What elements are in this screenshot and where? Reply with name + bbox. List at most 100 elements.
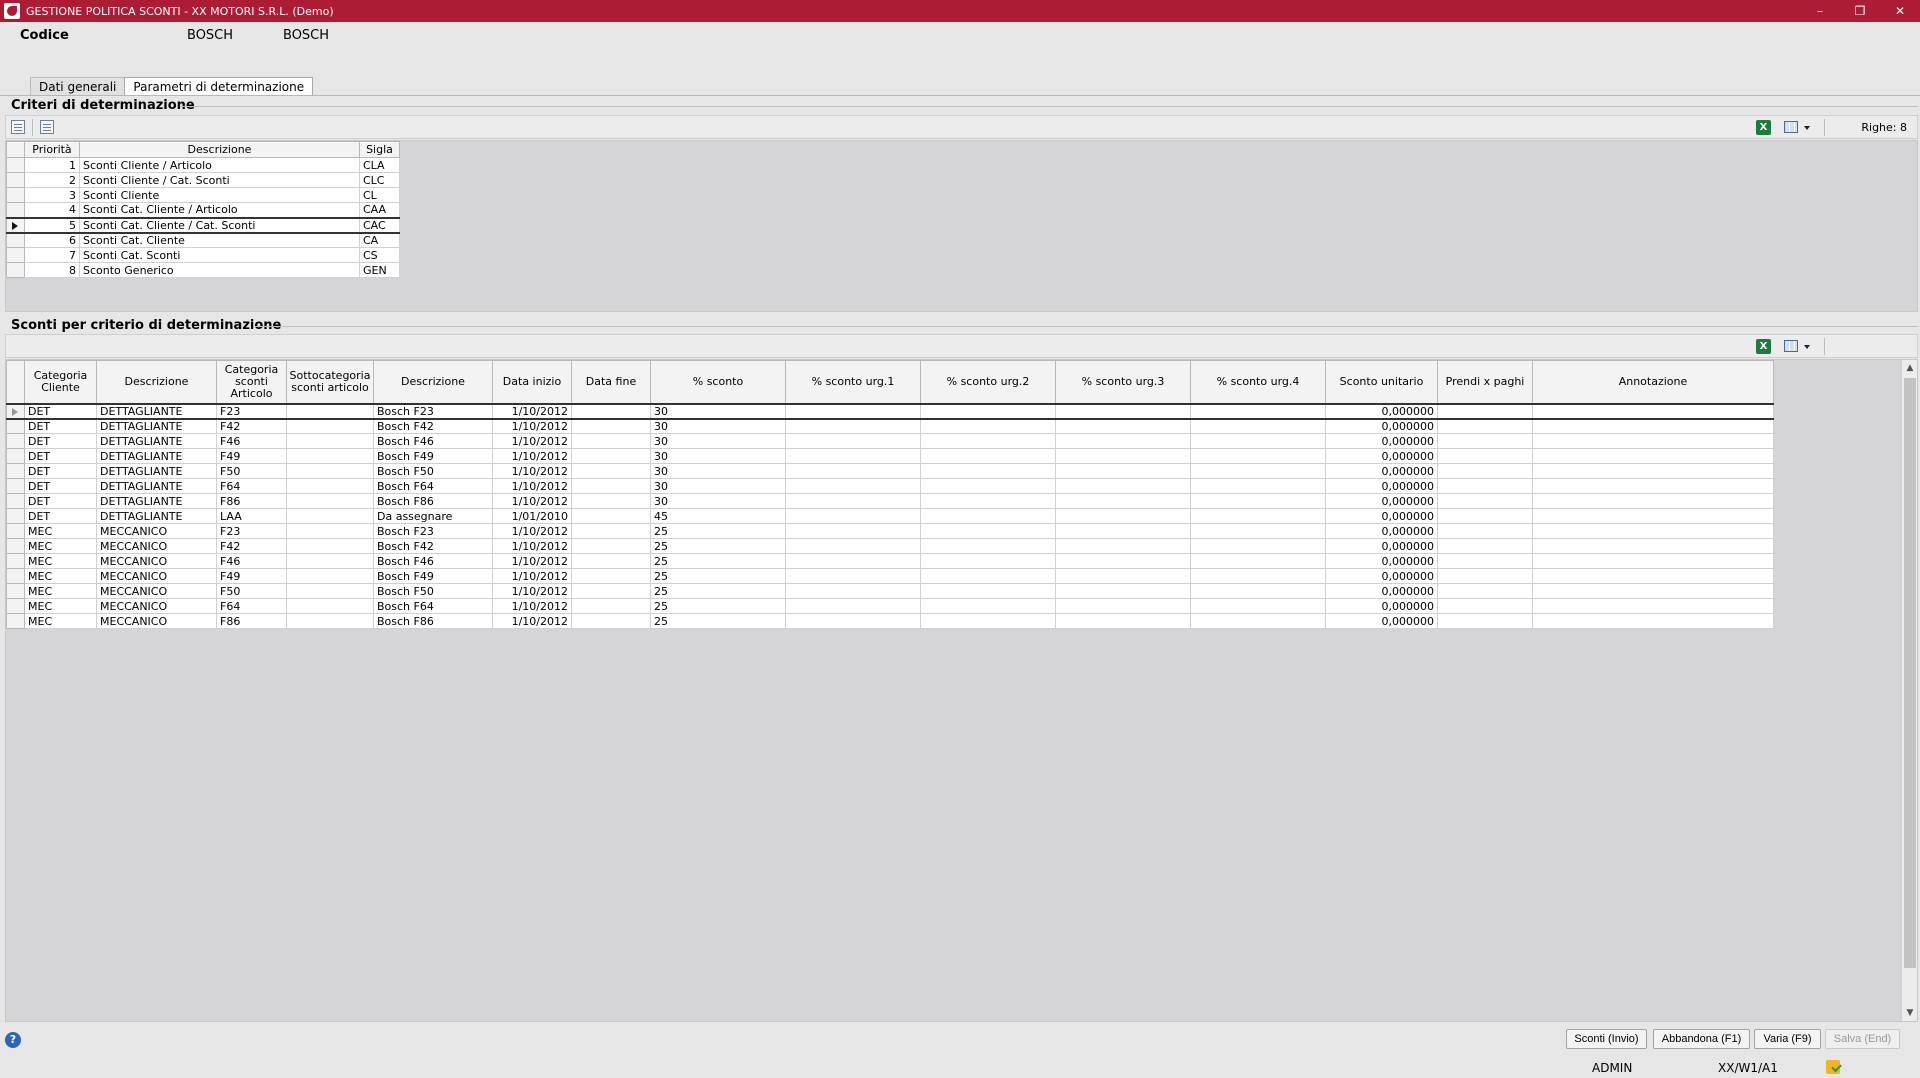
table-cell[interactable]: 25 xyxy=(650,538,786,554)
table-cell[interactable]: MECCANICO xyxy=(96,538,217,554)
row-selector[interactable] xyxy=(6,262,25,278)
table-cell[interactable]: 1/10/2012 xyxy=(492,553,572,569)
table-cell[interactable] xyxy=(1437,613,1533,629)
descrizione-cell[interactable]: Sconti Cliente / Cat. Sconti xyxy=(79,172,360,188)
table-cell[interactable] xyxy=(785,478,921,494)
table-cell[interactable]: DETTAGLIANTE xyxy=(96,463,217,479)
row-selector[interactable] xyxy=(6,202,25,218)
table-row[interactable]: DET DETTAGLIANTE F50 Bosch F50 1/10/2012 30 0,… xyxy=(6,463,1774,479)
table-cell[interactable]: DET xyxy=(24,478,97,494)
table-cell[interactable] xyxy=(920,613,1056,629)
table-cell[interactable]: DET xyxy=(24,493,97,509)
table-cell[interactable]: DET xyxy=(24,508,97,524)
table-cell[interactable]: MECCANICO xyxy=(96,613,217,629)
table-cell[interactable]: Bosch F46 xyxy=(373,553,493,569)
table-cell[interactable] xyxy=(1055,508,1191,524)
column-header-8[interactable]: % sconto urg.1 xyxy=(785,360,921,404)
chevron-down-icon[interactable] xyxy=(1804,345,1810,349)
table-cell[interactable] xyxy=(1532,402,1774,420)
table-cell[interactable] xyxy=(1055,433,1191,449)
table-cell[interactable] xyxy=(1532,433,1774,449)
restore-button[interactable]: ❐ xyxy=(1840,0,1880,22)
table-cell[interactable] xyxy=(286,433,374,449)
table-cell[interactable]: 1/10/2012 xyxy=(492,493,572,509)
table-cell[interactable]: F50 xyxy=(216,583,287,599)
row-selector[interactable] xyxy=(6,583,25,599)
table-cell[interactable]: F50 xyxy=(216,463,287,479)
table-cell[interactable] xyxy=(1437,463,1533,479)
row-selector[interactable] xyxy=(6,448,25,464)
table-cell[interactable] xyxy=(1055,598,1191,614)
table-cell[interactable]: 30 xyxy=(650,433,786,449)
row-selector[interactable] xyxy=(6,613,25,629)
table-cell[interactable]: 25 xyxy=(650,583,786,599)
table-cell[interactable] xyxy=(1055,418,1191,434)
table-cell[interactable]: F42 xyxy=(216,538,287,554)
layout-icon[interactable] xyxy=(11,120,25,134)
table-cell[interactable]: Bosch F64 xyxy=(373,478,493,494)
table-cell[interactable]: F49 xyxy=(216,568,287,584)
sigla-cell[interactable]: CA xyxy=(359,232,400,248)
table-cell[interactable] xyxy=(920,463,1056,479)
table-cell[interactable] xyxy=(1437,583,1533,599)
table-cell[interactable] xyxy=(920,493,1056,509)
row-selector[interactable] xyxy=(6,508,25,524)
table-cell[interactable]: 0,000000 xyxy=(1325,583,1438,599)
table-cell[interactable]: Bosch F49 xyxy=(373,568,493,584)
table-cell[interactable] xyxy=(1532,598,1774,614)
table-cell[interactable] xyxy=(1055,478,1191,494)
help-icon[interactable]: ? xyxy=(5,1032,21,1048)
table-cell[interactable] xyxy=(1437,478,1533,494)
row-selector[interactable] xyxy=(6,463,25,479)
table-cell[interactable]: LAA xyxy=(216,508,287,524)
table-cell[interactable] xyxy=(1532,448,1774,464)
table-cell[interactable] xyxy=(1437,553,1533,569)
table-cell[interactable]: DETTAGLIANTE xyxy=(96,478,217,494)
table-cell[interactable] xyxy=(571,493,651,509)
table-cell[interactable]: 1/10/2012 xyxy=(492,478,572,494)
sconti-button[interactable]: Sconti (Invio) xyxy=(1566,1029,1647,1049)
table-cell[interactable] xyxy=(785,568,921,584)
table-cell[interactable]: Bosch F42 xyxy=(373,418,493,434)
table-cell[interactable] xyxy=(1190,448,1326,464)
table-cell[interactable]: DETTAGLIANTE xyxy=(96,433,217,449)
table-cell[interactable]: DETTAGLIANTE xyxy=(96,418,217,434)
table-cell[interactable] xyxy=(785,493,921,509)
table-cell[interactable]: 0,000000 xyxy=(1325,448,1438,464)
descrizione-cell[interactable]: Sconti Cat. Sconti xyxy=(79,247,360,263)
column-header-14[interactable]: Annotazione xyxy=(1532,360,1774,404)
table-cell[interactable] xyxy=(571,583,651,599)
table-cell[interactable] xyxy=(1437,598,1533,614)
chevron-down-icon[interactable] xyxy=(1804,126,1810,130)
table-cell[interactable] xyxy=(1532,478,1774,494)
table-row[interactable]: 8 Sconto Generico GEN xyxy=(6,262,400,278)
table-cell[interactable]: Bosch F50 xyxy=(373,463,493,479)
table-cell[interactable]: 1/10/2012 xyxy=(492,538,572,554)
column-chooser-icon[interactable] xyxy=(1784,340,1798,352)
table-row[interactable]: MEC MECCANICO F64 Bosch F64 1/10/2012 25 0,000… xyxy=(6,598,1774,614)
table-cell[interactable] xyxy=(286,508,374,524)
column-header-0[interactable]: Categoria Cliente xyxy=(24,360,97,404)
scroll-down-icon[interactable]: ▼ xyxy=(1902,1005,1918,1021)
column-header-descrizione[interactable]: Descrizione xyxy=(79,141,360,158)
sigla-cell[interactable]: CLA xyxy=(359,157,400,173)
column-header-13[interactable]: Prendi x paghi xyxy=(1437,360,1533,404)
descrizione-cell[interactable]: Sconti Cat. Cliente / Articolo xyxy=(79,202,360,218)
sigla-cell[interactable]: GEN xyxy=(359,262,400,278)
table-cell[interactable]: F64 xyxy=(216,598,287,614)
table-cell[interactable]: 1/10/2012 xyxy=(492,418,572,434)
table-cell[interactable]: 0,000000 xyxy=(1325,478,1438,494)
table-cell[interactable]: DET xyxy=(24,463,97,479)
column-header-2[interactable]: Categoria sconti Articolo xyxy=(216,360,287,404)
table-cell[interactable] xyxy=(785,538,921,554)
priorita-cell[interactable]: 2 xyxy=(24,172,80,188)
table-cell[interactable] xyxy=(785,448,921,464)
table-cell[interactable]: 30 xyxy=(650,478,786,494)
row-selector[interactable] xyxy=(6,598,25,614)
table-cell[interactable] xyxy=(1532,583,1774,599)
row-selector[interactable] xyxy=(6,538,25,554)
column-header-sigla[interactable]: Sigla xyxy=(359,141,400,158)
row-selector[interactable] xyxy=(6,232,25,248)
table-cell[interactable] xyxy=(571,478,651,494)
table-cell[interactable]: 1/10/2012 xyxy=(492,433,572,449)
